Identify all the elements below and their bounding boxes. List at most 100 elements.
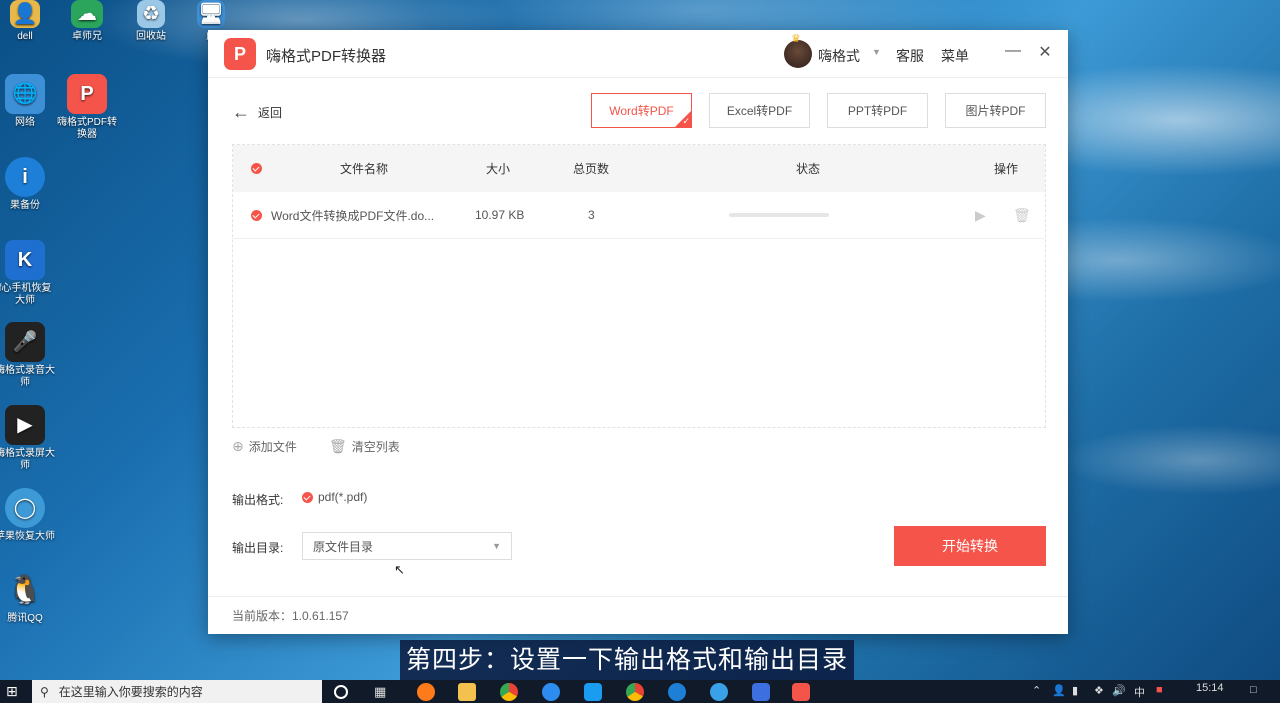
desktop-icon-phone-recovery[interactable]: K f心手机恢复大师 xyxy=(0,240,56,307)
pdf-converter-window: P 嗨格式PDF转换器 ♛ 嗨格式 ▼ 客服 菜单 — ✕ ← 返回 Word转… xyxy=(208,30,1068,634)
trash-icon[interactable]: 🗑 xyxy=(1013,192,1031,238)
tab-ppt-to-pdf[interactable]: PPT转PDF xyxy=(827,93,928,128)
chevron-down-icon: ▼ xyxy=(492,541,501,551)
file-pages: 3 xyxy=(588,208,595,222)
taskbar: ⊞ ⚲ 在这里输入你要搜索的内容 ▦ ⌃ 👤 ▮ ❖ 🔊 中 ■ 15:14 □ xyxy=(0,680,1280,703)
desktop-icon-label: 嗨格式录音大师 xyxy=(0,365,55,388)
header-size: 大小 xyxy=(486,162,511,176)
chrome-icon[interactable] xyxy=(500,683,518,701)
add-file-label: 添加文件 xyxy=(248,440,297,454)
desktop-icon-zhuoshixiong[interactable]: ☁ 卓师兄 xyxy=(56,0,118,43)
ie-icon[interactable] xyxy=(710,683,728,701)
pdf-app-icon: P xyxy=(67,74,107,114)
output-format-label: 输出格式: xyxy=(232,493,284,507)
output-dir-select[interactable]: 原文件目录 ▼ xyxy=(302,532,512,560)
check-icon: ✓ xyxy=(682,116,690,126)
arrow-left-icon: ← xyxy=(232,102,250,122)
user-folder-icon: 👤 xyxy=(10,0,40,28)
windows-start-icon[interactable]: ⊞ xyxy=(6,683,18,700)
check-circle-icon xyxy=(302,491,313,503)
recycle-bin-icon: ♻ xyxy=(137,0,165,28)
desktop-icon-apple-recovery[interactable]: ◯ 苹果恢复大师 xyxy=(0,488,56,543)
screen-recorder-icon: ▶ xyxy=(5,405,45,445)
desktop-icon-recycle-bin[interactable]: ♻ 回收站 xyxy=(120,0,182,43)
desktop-icon-dell[interactable]: 👤 dell xyxy=(0,0,56,43)
tab-label: Word转PDF xyxy=(609,104,674,118)
add-file-button[interactable]: ⊕ 添加文件 xyxy=(232,438,297,455)
tab-word-to-pdf[interactable]: Word转PDF ✓ xyxy=(591,93,692,128)
start-convert-button[interactable]: 开始转换 xyxy=(894,526,1046,566)
notification-icon[interactable]: □ xyxy=(1250,684,1257,696)
back-button[interactable]: ← 返回 xyxy=(232,102,282,123)
plus-circle-icon: ⊕ xyxy=(232,438,244,454)
word-icon[interactable] xyxy=(752,683,770,701)
check-circle-icon xyxy=(251,163,262,174)
tab-image-to-pdf[interactable]: 图片转PDF xyxy=(945,93,1046,128)
sogou-icon[interactable]: ■ xyxy=(1156,684,1163,696)
menu-button[interactable]: 菜单 xyxy=(941,46,969,66)
desktop-icon-label: 网络 xyxy=(15,117,35,128)
progress-bar xyxy=(729,213,829,217)
table-row[interactable]: Word文件转换成PDF文件.do... 10.97 KB 3 ▶ 🗑 xyxy=(233,192,1045,239)
wifi-icon[interactable]: ❖ xyxy=(1094,684,1104,697)
minimize-icon[interactable]: — xyxy=(1003,42,1023,60)
chat-app-icon[interactable] xyxy=(584,683,602,701)
desktop-icon-network[interactable]: 🌐 网络 xyxy=(0,74,56,129)
desktop-icon-label: 腾讯QQ xyxy=(7,613,43,624)
taskbar-search[interactable]: ⚲ 在这里输入你要搜索的内容 xyxy=(32,680,322,703)
play-icon[interactable]: ▶ xyxy=(975,192,986,238)
clear-list-button[interactable]: 🗑 清空列表 xyxy=(329,438,400,455)
desktop-icon-screen-recorder[interactable]: ▶ 嗨格式录屏大师 xyxy=(0,405,56,472)
output-dir-label: 输出目录: xyxy=(232,541,284,555)
pdf-app-taskbar-icon[interactable] xyxy=(792,683,810,701)
row-checkbox[interactable] xyxy=(251,192,262,238)
chrome-alt-icon[interactable] xyxy=(626,683,644,701)
table-header: 文件名称 大小 总页数 状态 操作 xyxy=(233,145,1045,192)
search-placeholder: 在这里输入你要搜索的内容 xyxy=(58,685,203,699)
customer-service-button[interactable]: 客服 xyxy=(896,46,924,66)
desktop-icon-label: 苹果恢复大师 xyxy=(0,531,55,542)
desktop-icon-label: 果备份 xyxy=(10,200,40,211)
back-label: 返回 xyxy=(258,106,283,120)
output-format-value: pdf(*.pdf) xyxy=(318,490,368,504)
tray-arrow-icon[interactable]: ⌃ xyxy=(1032,684,1041,697)
recorder-icon: 🎤 xyxy=(5,322,45,362)
desktop-icon-pdf-converter[interactable]: P 嗨格式PDF转换器 xyxy=(56,74,118,141)
task-view-icon[interactable]: ▦ xyxy=(374,684,386,700)
select-all-checkbox[interactable] xyxy=(251,145,262,192)
browser-icon[interactable] xyxy=(542,683,560,701)
mouse-cursor-icon: ↖ xyxy=(394,562,405,577)
file-size: 10.97 KB xyxy=(475,208,525,222)
close-icon[interactable]: ✕ xyxy=(1035,42,1055,62)
trash-icon: 🗑 xyxy=(329,438,347,454)
header-name: 文件名称 xyxy=(340,162,389,176)
header-pages: 总页数 xyxy=(573,162,610,176)
clear-list-label: 清空列表 xyxy=(351,440,400,454)
output-dir-value: 原文件目录 xyxy=(313,539,374,554)
app-logo-icon: P xyxy=(224,38,256,70)
desktop-icon-backup[interactable]: i 果备份 xyxy=(0,157,56,212)
file-table: 文件名称 大小 总页数 状态 操作 Word文件转换成PDF文件.do... 1… xyxy=(232,144,1046,428)
volume-icon[interactable]: 🔊 xyxy=(1112,684,1126,697)
battery-icon[interactable]: ▮ xyxy=(1072,684,1078,697)
desktop-icon-qq[interactable]: 🐧 腾讯QQ xyxy=(0,570,56,625)
tab-excel-to-pdf[interactable]: Excel转PDF xyxy=(709,93,810,128)
cortana-icon[interactable] xyxy=(334,685,348,699)
desktop-icon-label: 嗨格式录屏大师 xyxy=(0,448,55,471)
desktop-icon-audio-recorder[interactable]: 🎤 嗨格式录音大师 xyxy=(0,322,56,389)
clock[interactable]: 15:14 xyxy=(1196,682,1224,694)
desktop-icon-label: 嗨格式PDF转换器 xyxy=(57,117,117,140)
desktop-icon-label: 卓师兄 xyxy=(72,31,102,42)
network-icon: 🌐 xyxy=(5,74,45,114)
firefox-icon[interactable] xyxy=(417,683,435,701)
person-icon[interactable]: 👤 xyxy=(1052,684,1066,697)
tab-label: PPT转PDF xyxy=(847,104,908,118)
user-name[interactable]: 嗨格式 xyxy=(818,46,860,66)
ime-indicator[interactable]: 中 xyxy=(1134,684,1145,700)
output-format-option[interactable]: pdf(*.pdf) xyxy=(302,490,367,504)
tab-label: 图片转PDF xyxy=(965,104,1026,118)
file-explorer-icon[interactable] xyxy=(458,683,476,701)
title-bar: P 嗨格式PDF转换器 ♛ 嗨格式 ▼ 客服 菜单 — ✕ xyxy=(208,30,1068,78)
edge-icon[interactable] xyxy=(668,683,686,701)
chevron-down-icon[interactable]: ▼ xyxy=(872,47,881,57)
